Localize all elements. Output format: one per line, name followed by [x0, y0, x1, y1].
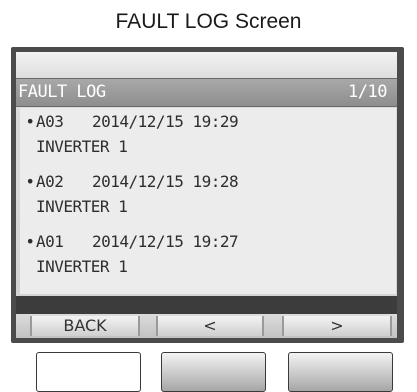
fault-source: INVERTER 1	[36, 197, 128, 216]
fault-source: INVERTER 1	[36, 257, 128, 276]
screen-caption: FAULT LOG Screen	[115, 10, 302, 33]
bullet-icon: •	[25, 112, 35, 131]
fault-code: A01	[36, 232, 64, 251]
fault-code: A03	[36, 112, 64, 131]
fault-code: A02	[36, 172, 64, 191]
back-softkey[interactable]: BACK	[30, 316, 140, 336]
entry-header: •A02 2014/12/15 19:28	[24, 172, 238, 191]
fault-source: INVERTER 1	[36, 137, 128, 156]
prev-page-softkey[interactable]: <	[156, 316, 264, 336]
fault-timestamp: 2014/12/15 19:27	[92, 232, 239, 251]
bullet-icon: •	[25, 232, 35, 251]
lcd-screen: FAULT LOG 1/10 •A03 2014/12/15 19:29 INVE…	[16, 52, 397, 338]
list-item[interactable]: •A03 2014/12/15 19:29 INVERTER 1	[20, 112, 396, 172]
next-hardware-button[interactable]	[288, 352, 393, 392]
fault-log-list: •A03 2014/12/15 19:29 INVERTER 1 •A02 2014…	[20, 108, 396, 294]
list-item[interactable]: •A02 2014/12/15 19:28 INVERTER 1	[20, 172, 396, 232]
softkey-bar: BACK < >	[16, 314, 397, 338]
page-title: FAULT LOG	[18, 82, 106, 102]
back-hardware-button[interactable]	[36, 352, 141, 392]
entry-header: •A01 2014/12/15 19:27	[24, 232, 238, 251]
fault-timestamp: 2014/12/15 19:28	[92, 172, 239, 191]
page-indicator: 1/10	[348, 82, 387, 102]
status-strip	[16, 296, 397, 314]
entry-header: •A03 2014/12/15 19:29	[24, 112, 238, 131]
fault-timestamp: 2014/12/15 19:29	[92, 112, 239, 131]
list-item[interactable]: •A01 2014/12/15 19:27 INVERTER 1	[20, 232, 396, 292]
title-bar: FAULT LOG 1/10	[16, 78, 397, 107]
bullet-icon: •	[25, 172, 35, 191]
prev-hardware-button[interactable]	[161, 352, 266, 392]
next-page-softkey[interactable]: >	[282, 316, 392, 336]
display-panel: FAULT LOG 1/10 •A03 2014/12/15 19:29 INVE…	[11, 47, 404, 343]
